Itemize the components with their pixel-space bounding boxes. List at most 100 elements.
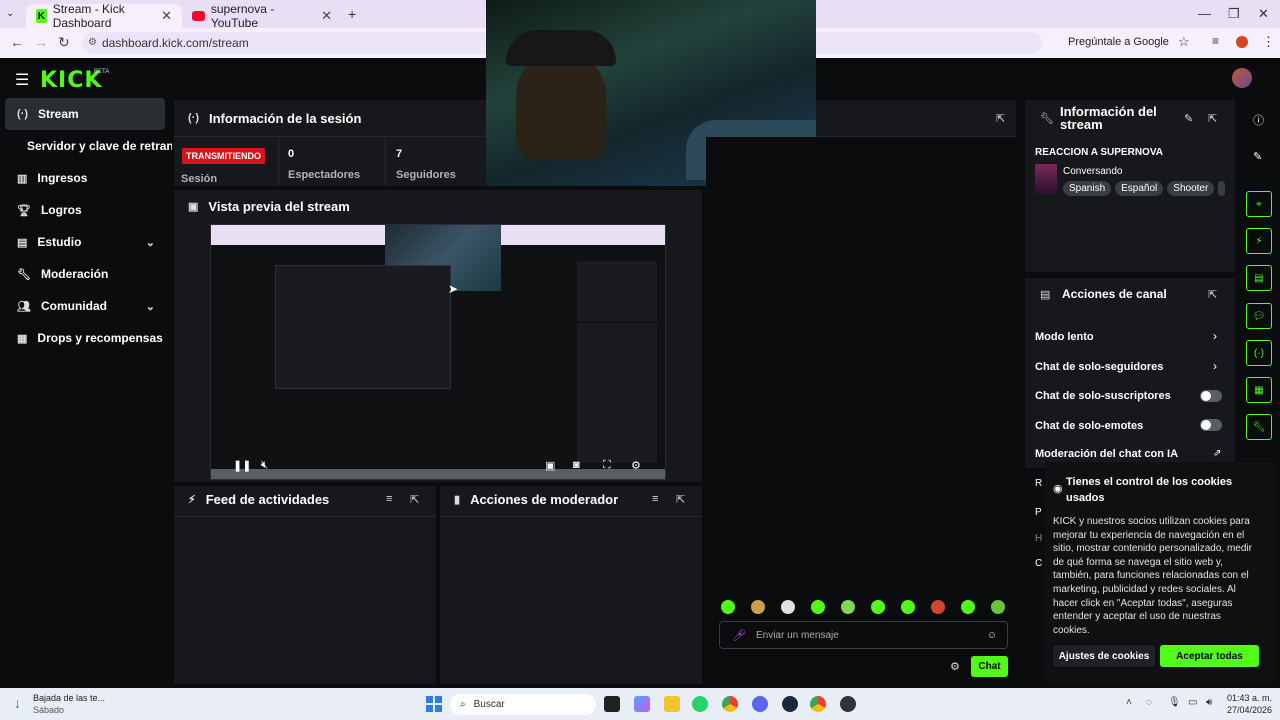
whatsapp-icon[interactable] — [692, 696, 708, 712]
network-icon[interactable]: ▭ — [1188, 697, 1197, 708]
accept-cookies-button[interactable]: Aceptar todas — [1160, 645, 1259, 667]
pause-icon[interactable]: ❚❚ — [233, 459, 251, 472]
settings-gear-icon[interactable]: ⚙ — [631, 459, 641, 472]
sidebar-item-estudio[interactable]: ▤ Estudio ⌄ — [5, 226, 165, 258]
emotes-only-toggle[interactable] — [1200, 419, 1222, 431]
sidebar-item-logros[interactable]: 🏆︎ Logros — [5, 194, 165, 226]
steam-icon[interactable] — [782, 696, 798, 712]
pencil-icon[interactable]: ✎ — [1253, 150, 1262, 163]
volume-icon[interactable]: 🔊︎ — [1206, 697, 1212, 708]
tab-kick-dashboard[interactable]: K Stream - Kick Dashboard ✕ — [26, 2, 182, 30]
emote-icon[interactable] — [841, 600, 855, 614]
playlist-icon[interactable]: ≡ — [1212, 34, 1219, 48]
obs-icon[interactable] — [840, 696, 856, 712]
notification-title[interactable]: Bajada de las te... — [33, 693, 105, 703]
info-icon[interactable]: ⓘ — [1253, 112, 1264, 128]
action-followers-only[interactable]: Chat de solo-seguidores — [1035, 361, 1163, 373]
file-explorer-icon[interactable] — [664, 696, 680, 712]
emote-icon[interactable] — [781, 600, 795, 614]
restore-button[interactable]: ❐ — [1228, 6, 1240, 22]
sidebar-item-stream[interactable]: (·) Stream — [5, 98, 165, 130]
rail-wrench-icon[interactable]: 🔧︎ — [1246, 414, 1272, 440]
bookmark-star-icon[interactable]: ☆ — [1178, 34, 1190, 50]
tab-youtube[interactable]: supernova - YouTube ✕ — [182, 2, 342, 30]
filter-icon[interactable]: ≡ — [652, 493, 658, 505]
close-tab-icon[interactable]: ✕ — [321, 8, 332, 24]
chrome-profile-icon[interactable] — [810, 696, 826, 712]
sidebar-item-comunidad[interactable]: 👥︎ Comunidad ⌄ — [5, 290, 165, 322]
user-avatar[interactable] — [1232, 68, 1252, 88]
emote-icon[interactable] — [871, 600, 885, 614]
stream-preview-video[interactable]: ❚❚ 🔇︎ ▣ ◙ ⛶ ⚙ — [210, 224, 666, 480]
taskbar-search[interactable]: ⌕ Buscar — [450, 694, 596, 715]
discord-icon[interactable] — [752, 696, 768, 712]
mute-icon[interactable]: 🔇︎ — [261, 459, 268, 472]
camera-icon[interactable]: ◙ — [573, 459, 580, 471]
emoji-icon[interactable]: ☺ — [987, 630, 997, 641]
chat-send-button[interactable]: Chat — [971, 656, 1008, 677]
emote-icon[interactable] — [961, 600, 975, 614]
rail-chat-icon[interactable]: 💬︎ — [1246, 303, 1272, 329]
chat-input[interactable]: 🎤︎ Enviar un mensaje ☺ — [719, 621, 1008, 649]
popout-icon[interactable]: ⇱ — [1208, 112, 1217, 125]
category-thumbnail[interactable] — [1035, 164, 1057, 194]
minimize-button[interactable]: — — [1198, 6, 1211, 21]
tray-app-icon[interactable]: ◌ — [1146, 697, 1152, 708]
rail-bolt-icon[interactable]: ⚡︎ — [1246, 228, 1272, 254]
tag[interactable]: Español — [1115, 181, 1164, 196]
chat-settings-icon[interactable]: ⚙ — [950, 660, 960, 673]
close-tab-icon[interactable]: ✕ — [161, 8, 172, 24]
clock-date[interactable]: 27/04/2026 — [1220, 705, 1272, 715]
emote-icon[interactable] — [991, 600, 1005, 614]
subscribers-only-toggle[interactable] — [1200, 390, 1222, 402]
rail-broadcast-icon[interactable]: (·) — [1246, 340, 1272, 366]
emote-icon[interactable] — [811, 600, 825, 614]
edit-pencil-icon[interactable]: ✎ — [1184, 112, 1193, 125]
close-window-button[interactable]: ✕ — [1258, 6, 1269, 22]
menu-dots-icon[interactable]: ⋮ — [1262, 34, 1275, 50]
external-link-icon[interactable]: ⇗ — [1213, 448, 1221, 459]
ask-google-button[interactable]: Pregúntale a Google — [1068, 36, 1169, 48]
tag-overflow[interactable] — [1218, 181, 1225, 196]
emote-icon[interactable] — [901, 600, 915, 614]
sidebar-item-ingresos[interactable]: ▥ Ingresos — [5, 162, 165, 194]
action-slow-mode[interactable]: Modo lento — [1035, 331, 1094, 343]
sidebar-item-drops[interactable]: ▦ Drops y recompensas — [5, 322, 165, 354]
popout-icon[interactable]: ⇱ — [996, 112, 1005, 125]
clock-time[interactable]: 01:43 a. m. — [1226, 693, 1272, 703]
popout-icon[interactable]: ⇱ — [1208, 288, 1217, 301]
copilot-icon[interactable] — [634, 696, 650, 712]
windows-start-icon[interactable] — [426, 696, 442, 712]
sidebar-item-moderacion[interactable]: 🔧︎ Moderación — [5, 258, 165, 290]
site-info-icon[interactable]: ⚙ — [88, 37, 97, 48]
profile-avatar-icon[interactable] — [1236, 36, 1248, 48]
reload-icon[interactable]: ↻ — [58, 34, 70, 51]
popout-icon[interactable]: ⇱ — [410, 493, 419, 506]
chevron-right-icon[interactable]: › — [1213, 329, 1217, 343]
task-view-icon[interactable] — [604, 696, 620, 712]
emote-icon[interactable] — [751, 600, 765, 614]
fullscreen-icon[interactable]: ⛶ — [603, 459, 611, 472]
category-name[interactable]: Conversando — [1063, 166, 1122, 177]
emote-icon[interactable] — [721, 600, 735, 614]
tray-chevron-icon[interactable]: ˄ — [1126, 697, 1132, 708]
popout-icon[interactable]: ⇱ — [676, 493, 685, 506]
back-icon[interactable]: ← — [10, 34, 24, 50]
sidebar-item-server-key[interactable]: Servidor y clave de retransn — [27, 139, 172, 153]
cookie-settings-button[interactable]: Ajustes de cookies — [1053, 645, 1155, 667]
tab-search-icon[interactable]: ⌄ — [6, 8, 14, 19]
chevron-right-icon[interactable]: › — [1213, 359, 1217, 373]
new-tab-button[interactable]: + — [348, 6, 356, 22]
hamburger-menu-icon[interactable]: ☰ — [15, 70, 29, 90]
tag[interactable]: Shooter — [1167, 181, 1215, 196]
action-ai-moderation[interactable]: Moderación del chat con IA — [1035, 448, 1178, 460]
pip-icon[interactable]: ▣ — [545, 459, 555, 472]
emote-icon[interactable] — [931, 600, 945, 614]
rail-notes-icon[interactable]: ▤ — [1246, 265, 1272, 291]
tray-mic-icon[interactable]: 🎙︎ — [1168, 697, 1181, 708]
chrome-icon[interactable] — [722, 696, 738, 712]
rail-channel-icon[interactable]: ▦ — [1246, 377, 1272, 403]
microphone-icon[interactable]: 🎤︎ — [732, 629, 746, 642]
rail-target-icon[interactable]: ⌖ — [1246, 191, 1272, 217]
forward-icon[interactable]: → — [34, 34, 48, 50]
